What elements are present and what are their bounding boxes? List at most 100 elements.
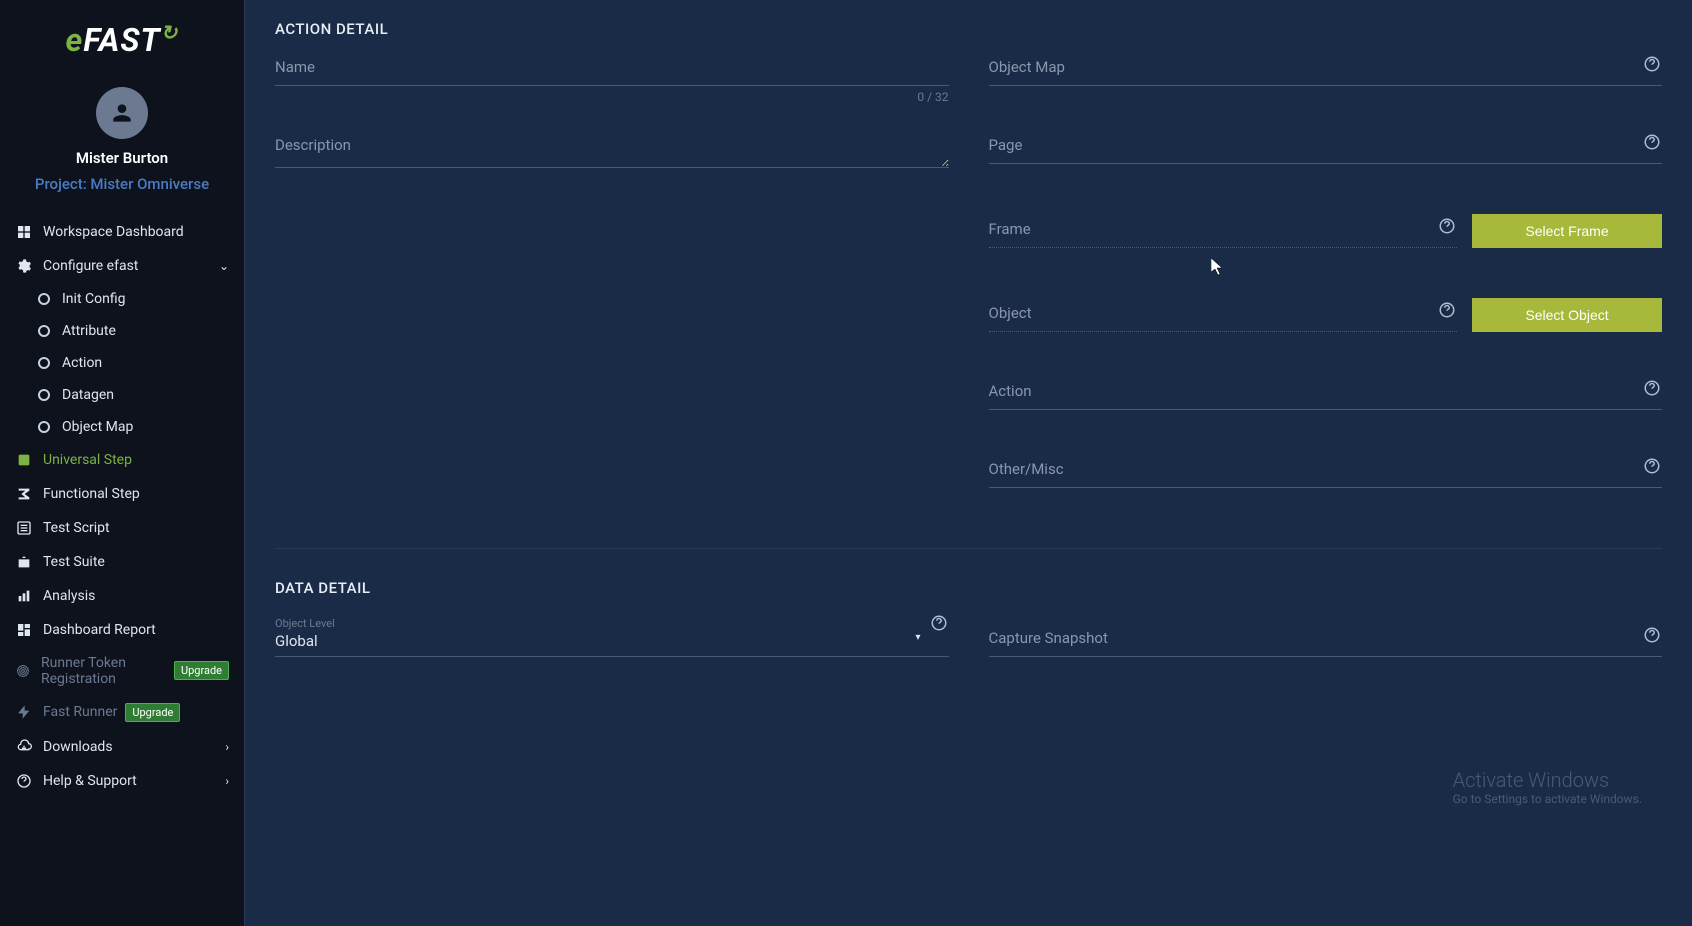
watermark-sub: Go to Settings to activate Windows. [1453,792,1642,806]
sidebar-item-label: Attribute [62,323,116,339]
field-description: Description [275,136,949,172]
section-title-data-detail: DATA DETAIL [275,579,1662,597]
sidebar-item-dashboard-report[interactable]: Dashboard Report [0,613,244,647]
sidebar-item-label: Dashboard Report [43,622,156,638]
action-input[interactable] [989,382,1663,410]
field-action: Action [989,382,1663,410]
other-input[interactable] [989,460,1663,488]
field-object-map: Object Map [989,58,1663,86]
frame-input[interactable] [989,220,1458,248]
sidebar-item-label: Analysis [43,588,95,604]
sidebar-item-init-config[interactable]: Init Config [0,283,244,315]
sidebar: eFAST↻ Mister Burton Project: Mister Omn… [0,0,245,926]
logo: eFAST↻ [0,0,244,69]
object-level-select[interactable]: Global [275,632,949,657]
sidebar-item-label: Test Script [43,520,110,536]
radio-icon [38,421,50,433]
chevron-right-icon: › [225,740,229,754]
help-icon[interactable] [1642,625,1662,645]
sidebar-item-object-map[interactable]: Object Map [0,411,244,443]
help-icon[interactable] [1642,378,1662,398]
dashboard-icon [15,621,33,639]
sidebar-item-label: Object Map [62,419,133,435]
sidebar-item-label: Runner Token Registration [41,655,166,687]
description-input[interactable] [275,136,949,168]
sidebar-item-universal-step[interactable]: Universal Step [0,443,244,477]
capture-snapshot-input[interactable] [989,629,1663,657]
select-object-button[interactable]: Select Object [1472,298,1662,332]
fingerprint-icon [15,662,31,680]
field-frame-row: Frame Select Frame [989,214,1663,248]
page-input[interactable] [989,136,1663,164]
avatar[interactable] [96,87,148,139]
sidebar-item-downloads[interactable]: Downloads › [0,730,244,764]
field-name: Name 0 / 32 [275,58,949,86]
sidebar-item-analysis[interactable]: Analysis [0,579,244,613]
section-divider [275,548,1662,549]
object-input[interactable] [989,304,1458,332]
sidebar-item-label: Workspace Dashboard [43,224,184,240]
field-object-row: Object Select Object [989,298,1663,332]
project-label[interactable]: Project: Mister Omniverse [0,175,244,193]
upgrade-badge[interactable]: Upgrade [174,661,229,680]
field-page: Page [989,136,1663,164]
chart-icon [15,587,33,605]
sidebar-item-label: Init Config [62,291,125,307]
sidebar-item-test-suite[interactable]: Test Suite [0,545,244,579]
bolt-icon [15,703,33,721]
username: Mister Burton [0,149,244,167]
select-frame-button[interactable]: Select Frame [1472,214,1662,248]
name-counter: 0 / 32 [917,90,948,104]
radio-icon [38,325,50,337]
sidebar-item-label: Universal Step [43,452,132,468]
puzzle-icon [15,451,33,469]
object-map-input[interactable] [989,58,1663,86]
chevron-right-icon: › [225,774,229,788]
field-capture-snapshot: Capture Snapshot [989,629,1663,657]
radio-icon [38,293,50,305]
help-icon[interactable] [1642,132,1662,152]
sidebar-item-label: Configure efast [43,258,138,274]
sidebar-item-label: Functional Step [43,486,140,502]
watermark-title: Activate Windows [1453,768,1642,792]
windows-watermark: Activate Windows Go to Settings to activ… [1453,768,1642,806]
sidebar-item-attribute[interactable]: Attribute [0,315,244,347]
sidebar-item-label: Test Suite [43,554,105,570]
sidebar-item-label: Help & Support [43,773,137,789]
sidebar-item-runner-token[interactable]: Runner Token Registration Upgrade [0,647,244,695]
name-input[interactable] [275,58,949,86]
object-level-label: Object Level [275,617,949,630]
cloud-download-icon [15,738,33,756]
help-icon[interactable] [1642,54,1662,74]
sidebar-item-label: Fast Runner [43,704,117,720]
section-title-action-detail: ACTION DETAIL [275,20,1662,38]
sigma-icon [15,485,33,503]
sidebar-item-test-script[interactable]: Test Script [0,511,244,545]
field-object-level: Object Level Global [275,617,949,657]
sidebar-item-workspace[interactable]: Workspace Dashboard [0,215,244,249]
list-icon [15,519,33,537]
gear-icon [15,257,33,275]
help-icon [15,772,33,790]
radio-icon [38,357,50,369]
sidebar-item-label: Action [62,355,102,371]
sidebar-item-functional-step[interactable]: Functional Step [0,477,244,511]
help-icon[interactable] [929,613,949,633]
logo-text: eFAST↻ [66,21,179,59]
briefcase-icon [15,553,33,571]
sidebar-item-label: Datagen [62,387,114,403]
radio-icon [38,389,50,401]
user-icon [109,100,135,126]
grid-icon [15,223,33,241]
sidebar-item-fast-runner[interactable]: Fast Runner Upgrade [0,695,244,730]
help-icon[interactable] [1437,300,1457,320]
upgrade-badge[interactable]: Upgrade [125,703,180,722]
sidebar-item-help[interactable]: Help & Support › [0,764,244,798]
sidebar-item-datagen[interactable]: Datagen [0,379,244,411]
chevron-down-icon: ⌄ [219,259,229,273]
help-icon[interactable] [1642,456,1662,476]
field-other: Other/Misc [989,460,1663,488]
sidebar-item-configure[interactable]: Configure efast ⌄ [0,249,244,283]
sidebar-item-action[interactable]: Action [0,347,244,379]
help-icon[interactable] [1437,216,1457,236]
